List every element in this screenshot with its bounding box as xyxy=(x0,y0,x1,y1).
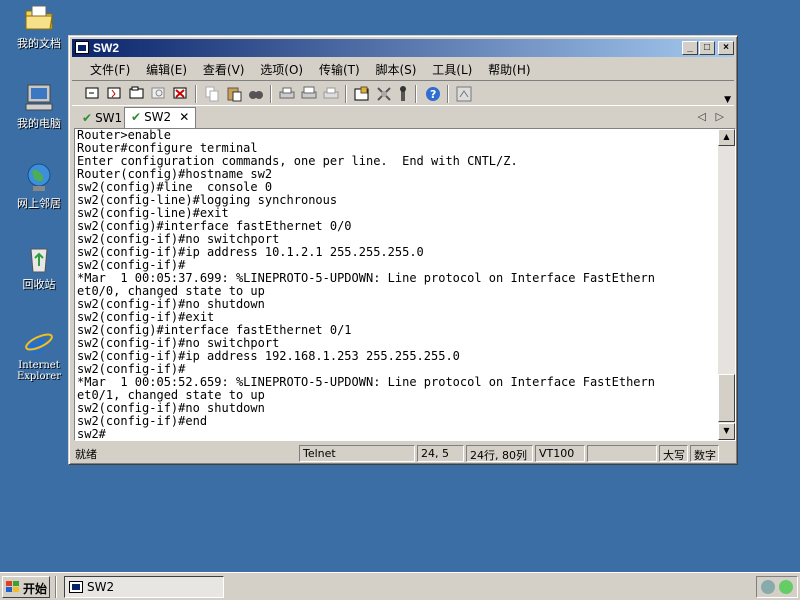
status-cursor-position: 24, 5 xyxy=(417,445,464,462)
status-protocol: Telnet xyxy=(299,445,415,462)
menu-options[interactable]: 选项(O) xyxy=(254,58,309,78)
disconnect-icon[interactable] xyxy=(172,85,190,103)
desktop-icon-label: 我的文档 xyxy=(17,37,61,50)
toolbar-separator xyxy=(195,85,197,103)
status-caps-lock: 大写 xyxy=(659,445,688,462)
global-options-icon[interactable] xyxy=(375,85,393,103)
sftp-icon[interactable] xyxy=(455,85,473,103)
vertical-scrollbar[interactable]: ▲ ▼ xyxy=(718,129,735,440)
tray-network-icon[interactable] xyxy=(779,580,793,594)
connect-icon[interactable] xyxy=(84,85,102,103)
status-emulation: VT100 xyxy=(535,445,585,462)
desktop-icon-network-places[interactable]: 网上邻居 xyxy=(8,162,70,210)
tab-sw1[interactable]: ✔ SW1 xyxy=(76,109,128,127)
menu-script[interactable]: 脚本(S) xyxy=(369,58,422,78)
internet-explorer-icon: e xyxy=(23,325,55,361)
tab-label: SW1 xyxy=(95,111,123,125)
help-icon[interactable]: ? xyxy=(424,85,442,103)
connected-check-icon: ✔ xyxy=(131,110,142,124)
tray-sound-icon[interactable] xyxy=(761,580,775,594)
window-title: SW2 xyxy=(93,41,120,55)
desktop-icon-label: 回收站 xyxy=(22,278,56,291)
quick-connect-icon[interactable] xyxy=(106,85,124,103)
app-icon xyxy=(69,581,83,593)
scroll-down-icon[interactable]: ▼ xyxy=(718,423,735,440)
terminal-frame: Router>enable Router#configure terminal En… xyxy=(74,128,736,441)
tab-scroll-right-icon[interactable]: ▷ xyxy=(716,110,724,123)
taskbar: 开始 SW2 xyxy=(0,572,800,600)
network-places-icon xyxy=(23,162,55,194)
desktop-icon-my-documents[interactable]: 我的文档 xyxy=(8,2,70,50)
menu-tools[interactable]: 工具(L) xyxy=(426,58,478,78)
keymap-icon[interactable] xyxy=(394,85,412,103)
menu-transfer[interactable]: 传输(T) xyxy=(313,58,366,78)
desktop-icon-internet-explorer[interactable]: e Internet Explorer xyxy=(8,325,70,382)
tab-close-icon[interactable]: ✕ xyxy=(179,110,189,124)
toolbar: ? ▼ xyxy=(72,80,734,106)
desktop-icon-label: 网上邻居 xyxy=(17,197,61,210)
toolbar-separator xyxy=(270,85,272,103)
terminal-output[interactable]: Router>enable Router#configure terminal En… xyxy=(77,129,718,440)
desktop-icon-my-computer[interactable]: 我的电脑 xyxy=(8,82,70,130)
desktop-icon-label: Internet Explorer xyxy=(16,360,62,382)
toolbar-separator xyxy=(345,85,347,103)
copy-icon[interactable] xyxy=(203,85,221,103)
start-button[interactable]: 开始 xyxy=(2,576,50,598)
status-ready: 就绪 xyxy=(75,448,97,461)
paste-icon[interactable] xyxy=(225,85,243,103)
my-computer-icon xyxy=(23,82,55,114)
reconnect-icon[interactable] xyxy=(150,85,168,103)
toolbar-overflow-icon[interactable]: ▼ xyxy=(724,95,731,105)
terminal-line: sw2# xyxy=(77,427,106,441)
maximize-button[interactable]: □ xyxy=(699,41,715,55)
connect-tab-icon[interactable] xyxy=(128,85,146,103)
desktop-icon-recycle-bin[interactable]: 回收站 xyxy=(8,243,70,291)
tab-scroll-left-icon[interactable]: ◁ xyxy=(698,110,706,123)
app-icon xyxy=(75,41,89,54)
taskbar-separator xyxy=(55,576,57,598)
securecrt-window: SW2 _ □ × 文件(F) 编辑(E) 查看(V) 选项(O) 传输(T) … xyxy=(68,35,738,465)
scroll-thumb[interactable] xyxy=(718,374,735,422)
menu-help[interactable]: 帮助(H) xyxy=(482,58,536,78)
find-icon[interactable] xyxy=(247,85,265,103)
toolbar-separator xyxy=(447,85,449,103)
connected-check-icon: ✔ xyxy=(82,111,93,125)
print-icon[interactable] xyxy=(278,85,296,103)
taskbar-item-sw2[interactable]: SW2 xyxy=(64,576,224,598)
menu-file[interactable]: 文件(F) xyxy=(84,58,136,78)
status-num-lock: 数字 xyxy=(690,445,719,462)
start-label: 开始 xyxy=(23,582,48,596)
taskbar-item-label: SW2 xyxy=(87,580,115,594)
status-terminal-size: 24行, 80列 xyxy=(466,445,533,462)
menu-view[interactable]: 查看(V) xyxy=(197,58,251,78)
menu-edit[interactable]: 编辑(E) xyxy=(140,58,193,78)
session-tabs: ✔ SW1 ✔ SW2 ✕ ◁ ▷ xyxy=(72,107,734,128)
tab-sw2[interactable]: ✔ SW2 ✕ xyxy=(124,107,197,128)
windows-flag-icon xyxy=(6,581,20,593)
tab-label: SW2 xyxy=(144,110,172,124)
terminal-line: sw2(config-if)#end xyxy=(77,414,208,428)
desktop-icon-label: 我的电脑 xyxy=(17,117,61,130)
toolbar-separator xyxy=(415,85,417,103)
svg-text:?: ? xyxy=(430,88,436,101)
session-options-icon[interactable] xyxy=(353,85,371,103)
close-button[interactable]: × xyxy=(718,41,734,55)
my-documents-folder-icon xyxy=(23,2,55,34)
system-tray xyxy=(756,576,798,598)
print-screen-icon[interactable] xyxy=(300,85,318,103)
scroll-up-icon[interactable]: ▲ xyxy=(718,129,735,146)
recycle-bin-icon xyxy=(23,243,55,275)
status-bar: 就绪 Telnet 24, 5 24行, 80列 VT100 大写 数字 xyxy=(72,444,734,463)
status-blank xyxy=(587,445,657,462)
minimize-button[interactable]: _ xyxy=(682,41,698,55)
menu-bar: 文件(F) 编辑(E) 查看(V) 选项(O) 传输(T) 脚本(S) 工具(L… xyxy=(72,58,734,78)
print-selection-icon[interactable] xyxy=(322,85,340,103)
window-titlebar[interactable]: SW2 _ □ × xyxy=(72,39,734,57)
